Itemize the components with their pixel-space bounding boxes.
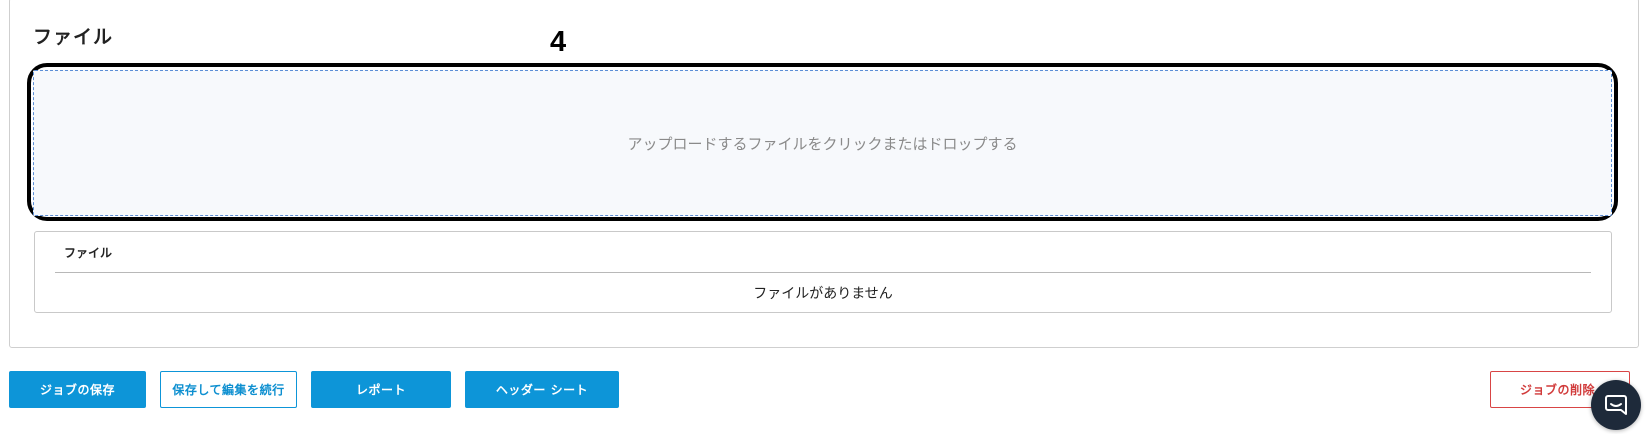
file-table: ファイル ファイルがありません xyxy=(34,231,1612,313)
dropzone-label: アップロードするファイルをクリックまたはドロップする xyxy=(627,134,1018,153)
header-sheet-button[interactable]: ヘッダー シート xyxy=(465,371,619,408)
table-divider xyxy=(55,272,1591,273)
section-title: ファイル xyxy=(33,26,114,48)
file-dropzone[interactable]: アップロードするファイルをクリックまたはドロップする xyxy=(33,70,1612,216)
report-button[interactable]: レポート xyxy=(311,371,451,408)
table-empty-message: ファイルがありません xyxy=(753,286,893,302)
chat-launcher-button[interactable] xyxy=(1591,380,1641,430)
save-and-continue-button[interactable]: 保存して編集を続行 xyxy=(160,371,297,408)
save-job-button[interactable]: ジョブの保存 xyxy=(9,371,146,408)
chat-bubble-icon xyxy=(1605,395,1627,415)
table-column-header: ファイル xyxy=(64,246,113,260)
step-number-annotation: 4 xyxy=(550,26,567,58)
